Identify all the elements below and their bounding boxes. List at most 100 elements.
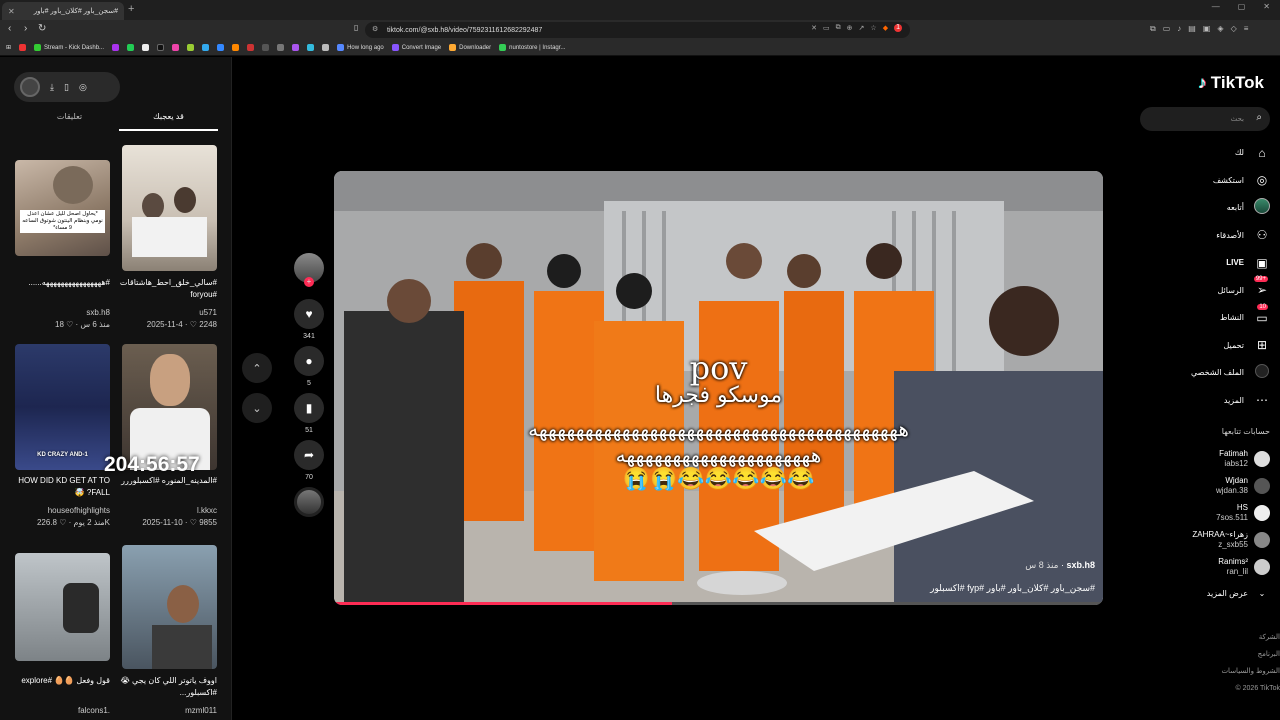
sidebar-item-explore[interactable]: استكشف ◎ (1136, 167, 1270, 195)
video-author[interactable]: l.kkxc (117, 505, 217, 517)
tiktok-icon[interactable] (157, 44, 165, 51)
sidebar-item-more[interactable]: المزيد ⋯ (1136, 387, 1270, 415)
menu-icon[interactable]: ≡ (1244, 24, 1249, 34)
bookmark-icon[interactable] (307, 44, 315, 51)
shield-icon[interactable]: ◆ (883, 24, 888, 32)
bookmark-icon[interactable] (292, 44, 300, 51)
apps-icon[interactable]: ⊞ (6, 44, 11, 51)
video-author[interactable]: u571 (117, 307, 217, 319)
video-thumbnail[interactable]: *يحاول اصحل لليل عشان اعدل نومي وبنظام ا… (15, 160, 110, 256)
cast-icon[interactable]: ▭ (823, 24, 830, 32)
follow-plus-icon[interactable]: + (304, 277, 314, 287)
account-item[interactable]: Ranim⁠s² ran_lil (1136, 553, 1270, 580)
instagram-icon[interactable] (172, 44, 180, 51)
bookmark-icon[interactable] (112, 44, 120, 51)
reload-icon[interactable]: ↻ (38, 23, 46, 34)
forward-icon[interactable]: › (24, 23, 27, 34)
account-item[interactable]: Fatimah iabs12 (1136, 445, 1270, 472)
address-bar[interactable]: ⚙ tiktok.com/@sxb.h8/video/7592311612682… (365, 22, 910, 38)
author-avatar-button[interactable]: + (292, 253, 326, 287)
music-disc-button[interactable] (292, 487, 326, 517)
video-thumbnail[interactable]: KD CRAZY AND-1 (15, 344, 110, 470)
star-icon[interactable]: ☆ (870, 24, 876, 32)
shield-icon[interactable]: ◇ (1231, 24, 1237, 34)
bookmark-item[interactable]: Downloader (449, 44, 491, 51)
video-caption[interactable]: #المدينه_المنوره #اكسبلوررر (117, 475, 217, 487)
download-icon[interactable]: ⤓ (50, 82, 54, 93)
minimize-icon[interactable]: — (1212, 2, 1220, 11)
close-window-icon[interactable]: ✕ (1263, 2, 1270, 11)
tab-you-may-like[interactable]: قد يعجبك (119, 109, 218, 131)
sidebar-icon[interactable]: ▤ (1188, 24, 1196, 34)
bookmark-item[interactable]: Stream - Kick Dashb... (34, 44, 104, 51)
music-icon[interactable]: ♪ (1177, 24, 1181, 34)
bookmark-icon[interactable] (217, 44, 225, 51)
notification-badge[interactable]: 1 (894, 24, 902, 32)
video-caption[interactable]: قول وفعل 🥚🥚 #explore (10, 675, 110, 687)
video-thumbnail[interactable] (122, 545, 217, 669)
tiktok-logo[interactable]: ♪ TikTok (1198, 73, 1264, 93)
tab-comments[interactable]: تعليقات (20, 109, 119, 131)
sidebar-item-profile[interactable]: الملف الشخصي (1136, 359, 1270, 387)
bookmark-item[interactable]: nuntostore | Instagr... (499, 44, 565, 51)
bookmark-icon[interactable] (247, 44, 255, 51)
see-more-button[interactable]: عرض المزيد ⌄ (1136, 580, 1270, 607)
extension-icon[interactable]: ⧉ (1150, 24, 1156, 34)
video-progress-bar[interactable] (334, 602, 1103, 605)
video-caption[interactable]: #ههههههههههههههههه...... (10, 277, 110, 289)
video-author[interactable]: mzml011 (117, 705, 217, 717)
video-caption[interactable]: HOW DID KD GET AT TO FALL? 🤯 (10, 475, 110, 499)
browser-tab[interactable]: #سجن_باور #كلان_باور #باور ✕ (2, 2, 124, 20)
save-button[interactable]: ▮ 51 (292, 393, 326, 434)
share-icon[interactable]: ↗ (859, 24, 865, 32)
bookmark-icon[interactable] (322, 44, 330, 51)
search-icon[interactable]: ⌕ (1256, 112, 1262, 123)
previous-video-button[interactable]: ⌃ (242, 353, 272, 383)
bookmark-icon[interactable] (19, 44, 27, 51)
search-input[interactable]: بحث ⌕ (1140, 107, 1270, 131)
share-button[interactable]: ➦ 70 (292, 440, 326, 481)
like-button[interactable]: ♥ 341 (292, 299, 326, 340)
bookmark-icon[interactable] (202, 44, 210, 51)
compass-icon[interactable]: ◎ (79, 82, 87, 93)
next-video-button[interactable]: ⌄ (242, 393, 272, 423)
comment-button[interactable]: ● 5 (292, 346, 326, 387)
maximize-icon[interactable]: ▢ (1238, 2, 1246, 11)
bookmark-icon[interactable] (187, 44, 195, 51)
new-tab-icon[interactable]: + (128, 3, 134, 15)
footer-link[interactable]: الشروط والسياسات (1146, 663, 1280, 680)
video-author[interactable]: sxb.h8 (10, 307, 110, 319)
avatar[interactable] (20, 77, 40, 97)
account-item[interactable]: HS 7sos.511 (1136, 499, 1270, 526)
close-icon[interactable]: ✕ (8, 7, 15, 16)
video-thumbnail[interactable] (122, 145, 217, 271)
video-author[interactable]: falcons1. (10, 705, 110, 717)
sidebar-item-upload[interactable]: تحميل ⊞ (1136, 332, 1270, 360)
sidebar-item-following[interactable]: أتابعه (1136, 194, 1270, 222)
video-author[interactable]: sxb.h8 (1066, 560, 1095, 570)
back-icon[interactable]: ‹ (8, 23, 11, 34)
extension-icon[interactable]: ▭ (1163, 24, 1171, 34)
mute-icon[interactable]: ✕ (811, 24, 817, 32)
screenshot-icon[interactable]: ⧉ (836, 24, 841, 32)
account-item[interactable]: ZAHRAA~زهراء z_sxb55 (1136, 526, 1270, 553)
sidebar-item-friends[interactable]: الأصدقاء ⚇ (1136, 222, 1270, 250)
account-item[interactable]: Wjdan wjdan.38 (1136, 472, 1270, 499)
wallet-icon[interactable]: ▣ (1203, 24, 1211, 34)
video-thumbnail[interactable] (122, 344, 217, 470)
video-caption[interactable]: #سجن_باور #كلان_باور #باور #fyp #اكسبلور (930, 583, 1095, 594)
site-info-icon[interactable]: ⚙ (372, 25, 378, 33)
sidebar-item-live[interactable]: LIVE ▣ (1136, 249, 1270, 277)
bookmark-item[interactable]: How long ago (337, 44, 384, 51)
bookmark-icon[interactable] (232, 44, 240, 51)
sidebar-item-messages[interactable]: الرسائل ➢ 99+ (1136, 276, 1270, 305)
bookmark-item[interactable]: Convert Image (391, 44, 441, 51)
bookmark-icon[interactable] (277, 44, 285, 51)
zoom-icon[interactable]: ⊕ (847, 24, 853, 32)
x-icon[interactable] (142, 44, 150, 51)
bookmark-icon[interactable] (262, 44, 270, 51)
video-author[interactable]: houseofhighlights (10, 505, 110, 517)
footer-link[interactable]: الشركة (1146, 629, 1280, 646)
phone-icon[interactable]: ▯ (64, 82, 69, 93)
bookmark-icon[interactable]: ▯ (354, 23, 358, 32)
